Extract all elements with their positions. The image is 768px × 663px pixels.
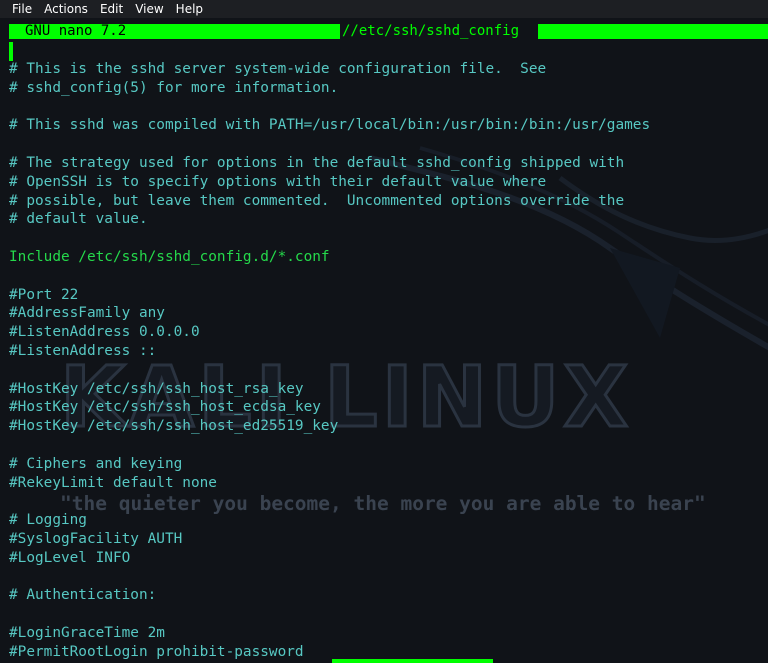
config-comment-line: #LogLevel INFO	[9, 549, 131, 566]
config-comment-line: #HostKey /etc/ssh/ssh_host_ed25519_key	[9, 418, 339, 435]
config-comment-line: #SyslogFacility AUTH	[9, 530, 183, 547]
config-comment-line: # default value.	[9, 211, 148, 228]
config-comment-line: #PermitRootLogin prohibit-password	[9, 643, 304, 660]
menu-actions[interactable]: Actions	[38, 0, 94, 18]
nano-title-bar: GNU nano 7.2 //etc/ssh/sshd_config	[9, 24, 768, 39]
config-comment-line: #LoginGraceTime 2m	[9, 624, 165, 641]
config-comment-line: # Ciphers and keying	[9, 455, 183, 472]
config-comment-line: # sshd_config(5) for more information.	[9, 79, 339, 96]
config-comment-line: # possible, but leave them commented. Un…	[9, 192, 625, 209]
status-indicator	[332, 659, 493, 663]
menu-edit[interactable]: Edit	[94, 0, 129, 18]
text-cursor	[9, 42, 13, 61]
menu-file[interactable]: File	[0, 0, 38, 18]
config-comment-line: #HostKey /etc/ssh/ssh_host_rsa_key	[9, 380, 304, 397]
config-comment-line: # This is the sshd server system-wide co…	[9, 61, 547, 77]
config-comment-line: # OpenSSH is to specify options with the…	[9, 173, 547, 190]
config-comment-line: # This sshd was compiled with PATH=/usr/…	[9, 117, 651, 134]
terminal-window[interactable]: KALI LINUX "the quieter you become, the …	[0, 18, 768, 663]
nano-version: GNU nano 7.2	[25, 23, 127, 39]
config-comment-line: #AddressFamily any	[9, 305, 165, 322]
config-comment-line: #HostKey /etc/ssh/ssh_host_ecdsa_key	[9, 399, 321, 416]
config-comment-line: # Logging	[9, 512, 87, 529]
config-directive-line: Include /etc/ssh/sshd_config.d/*.conf	[9, 248, 330, 265]
config-comment-line: # The strategy used for options in the d…	[9, 154, 625, 171]
config-comment-line: #ListenAddress 0.0.0.0	[9, 324, 200, 341]
menu-view[interactable]: View	[129, 0, 169, 18]
config-comment-line: #Port 22	[9, 286, 79, 303]
config-comment-line: #ListenAddress ::	[9, 342, 157, 359]
file-content[interactable]: # This is the sshd server system-wide co…	[9, 60, 650, 662]
title-fill	[538, 24, 768, 39]
config-comment-line: #RekeyLimit default none	[9, 474, 217, 491]
config-comment-line: # Authentication:	[9, 587, 157, 604]
menu-help[interactable]: Help	[170, 0, 209, 18]
file-path: //etc/ssh/sshd_config	[342, 23, 520, 39]
menu-bar: File Actions Edit View Help	[0, 0, 768, 18]
